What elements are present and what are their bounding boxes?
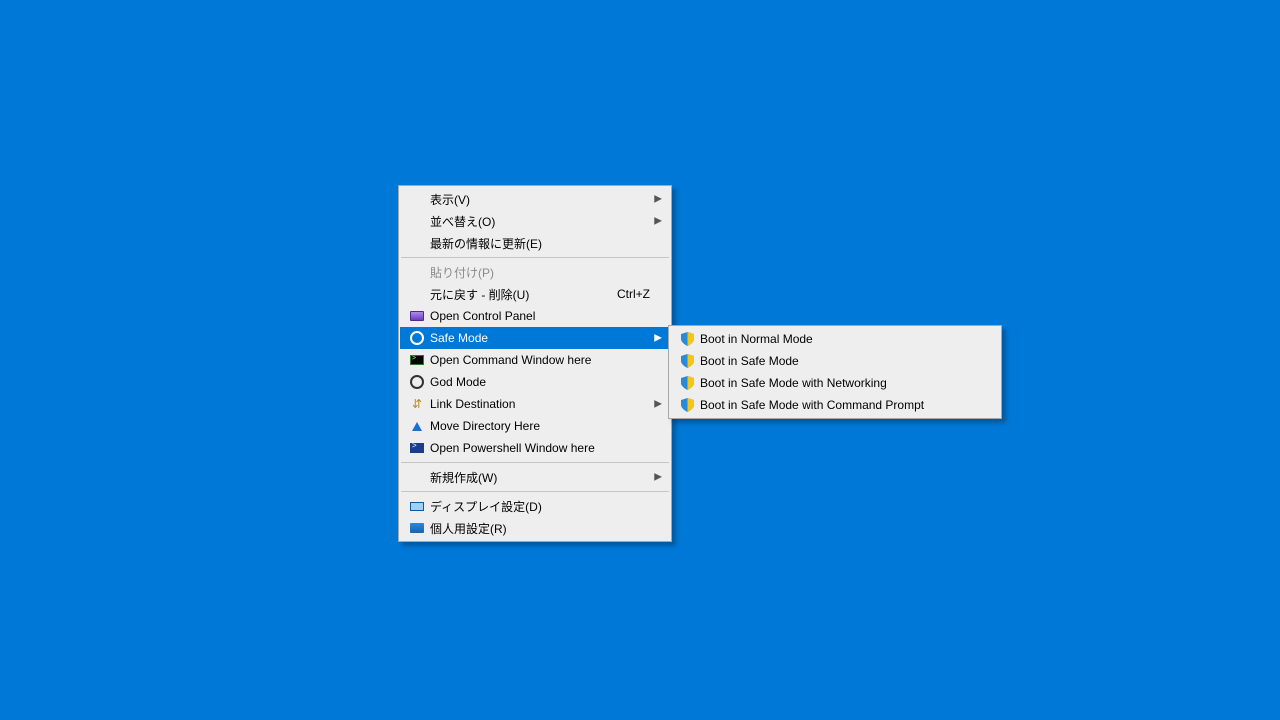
blank-icon (406, 213, 428, 229)
menu-label: Link Destination (430, 397, 650, 411)
menu-item-link-destination[interactable]: ⇵ Link Destination ▶ (400, 393, 670, 415)
shield-icon (676, 375, 698, 391)
menu-separator (401, 257, 669, 258)
submenu-item-boot-normal[interactable]: Boot in Normal Mode (670, 328, 1000, 350)
desktop-context-menu: 表示(V) ▶ 並べ替え(O) ▶ 最新の情報に更新(E) 貼り付け(P) 元に… (398, 185, 672, 542)
menu-item-undo[interactable]: 元に戻す - 削除(U) Ctrl+Z (400, 283, 670, 305)
menu-label: 表示(V) (430, 191, 650, 208)
menu-label: Open Command Window here (430, 353, 650, 367)
submenu-item-boot-safe[interactable]: Boot in Safe Mode (670, 350, 1000, 372)
menu-item-refresh[interactable]: 最新の情報に更新(E) (400, 232, 670, 254)
menu-label: God Mode (430, 375, 650, 389)
shield-icon (676, 397, 698, 413)
blank-icon (406, 286, 428, 302)
submenu-arrow-icon: ▶ (654, 194, 662, 205)
blank-icon (406, 469, 428, 485)
menu-item-open-command-window[interactable]: Open Command Window here (400, 349, 670, 371)
submenu-arrow-icon: ▶ (654, 216, 662, 227)
menu-label: 貼り付け(P) (430, 264, 650, 281)
menu-label: 最新の情報に更新(E) (430, 235, 650, 252)
menu-label: 新規作成(W) (430, 469, 650, 486)
shield-icon (676, 331, 698, 347)
menu-label: Boot in Normal Mode (700, 332, 980, 346)
menu-label: Open Control Panel (430, 309, 650, 323)
menu-label: Safe Mode (430, 331, 650, 345)
submenu-item-boot-safe-networking[interactable]: Boot in Safe Mode with Networking (670, 372, 1000, 394)
link-icon: ⇵ (406, 396, 428, 412)
submenu-arrow-icon: ▶ (654, 399, 662, 410)
menu-separator (401, 491, 669, 492)
menu-item-open-control-panel[interactable]: Open Control Panel (400, 305, 670, 327)
menu-item-personalize[interactable]: 個人用設定(R) (400, 517, 670, 539)
menu-label: 元に戻す - 削除(U) (430, 286, 597, 303)
control-panel-icon (406, 308, 428, 324)
menu-item-view[interactable]: 表示(V) ▶ (400, 188, 670, 210)
menu-label: Open Powershell Window here (430, 441, 650, 455)
menu-label: Boot in Safe Mode with Networking (700, 376, 980, 390)
submenu-arrow-icon: ▶ (654, 472, 662, 483)
personalize-icon (406, 520, 428, 536)
menu-label: 個人用設定(R) (430, 520, 650, 537)
blank-icon (406, 264, 428, 280)
menu-separator (401, 462, 669, 463)
submenu-item-boot-safe-cmd[interactable]: Boot in Safe Mode with Command Prompt (670, 394, 1000, 416)
powershell-icon (406, 440, 428, 456)
gear-icon (406, 374, 428, 390)
menu-item-open-powershell[interactable]: Open Powershell Window here (400, 437, 670, 459)
menu-label: 並べ替え(O) (430, 213, 650, 230)
safe-mode-submenu: Boot in Normal Mode Boot in Safe Mode Bo… (668, 325, 1002, 419)
menu-label: Move Directory Here (430, 419, 650, 433)
menu-item-display-settings[interactable]: ディスプレイ設定(D) (400, 495, 670, 517)
cmd-icon (406, 352, 428, 368)
menu-item-paste: 貼り付け(P) (400, 261, 670, 283)
move-icon (406, 418, 428, 434)
menu-item-move-directory[interactable]: Move Directory Here (400, 415, 670, 437)
menu-item-new[interactable]: 新規作成(W) ▶ (400, 466, 670, 488)
submenu-arrow-icon: ▶ (654, 333, 662, 344)
menu-item-god-mode[interactable]: God Mode (400, 371, 670, 393)
display-icon (406, 498, 428, 514)
menu-shortcut: Ctrl+Z (617, 287, 650, 301)
blank-icon (406, 235, 428, 251)
menu-label: Boot in Safe Mode (700, 354, 980, 368)
blank-icon (406, 191, 428, 207)
menu-item-sort[interactable]: 並べ替え(O) ▶ (400, 210, 670, 232)
menu-label: Boot in Safe Mode with Command Prompt (700, 398, 980, 412)
menu-item-safe-mode[interactable]: Safe Mode ▶ (400, 327, 670, 349)
menu-label: ディスプレイ設定(D) (430, 498, 650, 515)
gear-icon (406, 330, 428, 346)
shield-icon (676, 353, 698, 369)
